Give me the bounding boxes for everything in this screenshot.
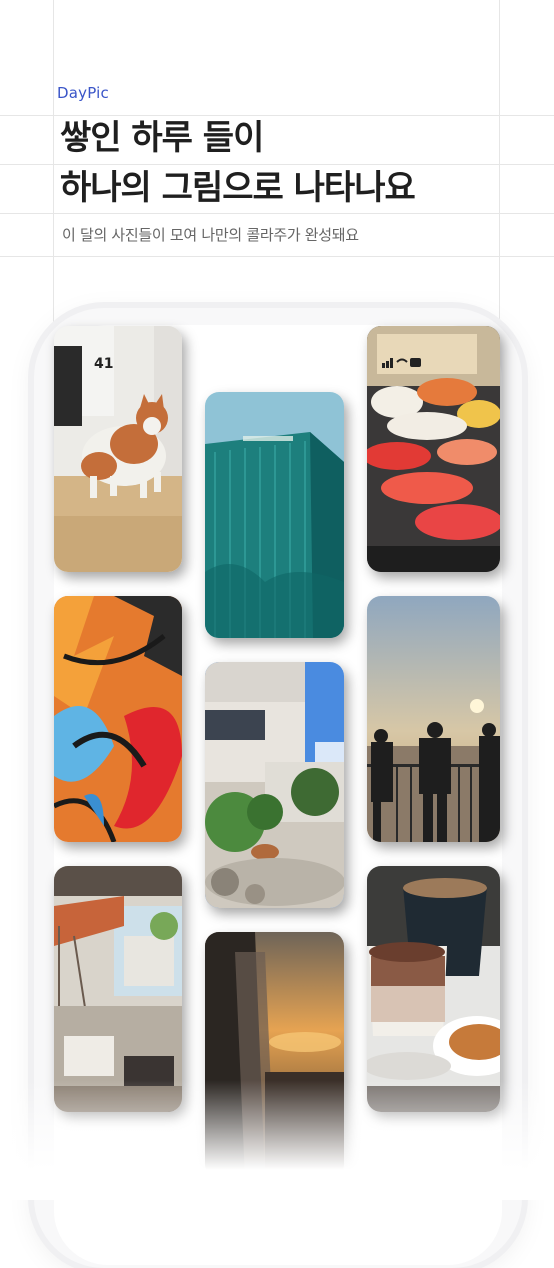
guide-line-2	[0, 164, 554, 165]
subtitle: 이 달의 사진들이 모여 나만의 콜라주가 완성돼요	[62, 226, 359, 244]
guide-line-4	[0, 256, 554, 257]
phone-volume-down	[28, 646, 32, 712]
phone-side-button	[28, 490, 32, 526]
bottom-fade	[0, 1080, 554, 1200]
phone-power-button	[522, 584, 526, 694]
photo-graffiti[interactable]	[54, 596, 182, 842]
photo-cafe-interior[interactable]	[54, 866, 182, 1112]
photo-sunset-silhouettes[interactable]	[367, 596, 500, 842]
photo-teal-building[interactable]	[205, 392, 344, 638]
phone-volume-up	[28, 560, 32, 626]
status-time: 41	[94, 356, 114, 372]
dynamic-island	[214, 340, 342, 372]
signal-wifi-battery-icon	[382, 358, 421, 368]
photo-courtyard-garden[interactable]	[205, 662, 344, 908]
photo-cat[interactable]	[54, 326, 182, 572]
headline-line-2: 하나의 그림으로 나타나요	[60, 168, 416, 208]
photo-coffee-and-dessert[interactable]	[367, 866, 500, 1112]
guide-line-3	[0, 213, 554, 214]
brand-name: DayPic	[57, 84, 109, 102]
headline-line-1: 쌓인 하루 들이	[60, 118, 264, 158]
